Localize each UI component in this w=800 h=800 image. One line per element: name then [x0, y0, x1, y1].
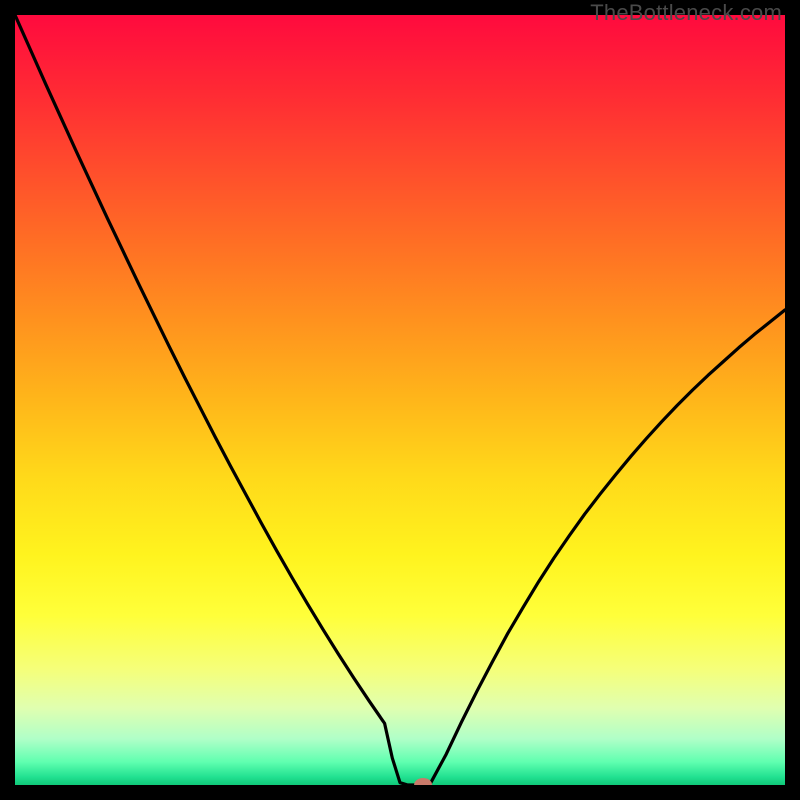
plot-area [15, 15, 785, 785]
chart-container: TheBottleneck.com [0, 0, 800, 800]
chart-svg [15, 15, 785, 785]
watermark-text: TheBottleneck.com [590, 0, 782, 26]
gradient-background [15, 15, 785, 785]
